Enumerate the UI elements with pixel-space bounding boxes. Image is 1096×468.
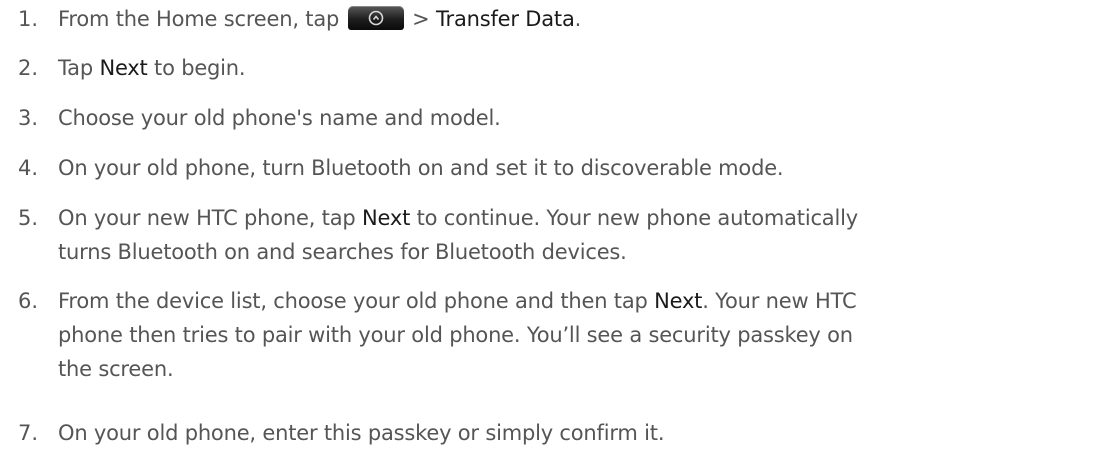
step-number: 4. — [18, 156, 39, 180]
step-text: Tap Next to begin. — [58, 56, 246, 80]
step-text: On your new HTC phone, tap Next to conti… — [58, 206, 858, 264]
bold-term: Transfer Data — [435, 7, 575, 31]
bold-term: Next — [654, 289, 703, 313]
step-number: 2. — [18, 56, 39, 80]
step-text: On your old phone, turn Bluetooth on and… — [58, 156, 784, 180]
step-number: 1. — [18, 7, 39, 31]
step-text: Choose your old phone's name and model. — [58, 106, 501, 130]
step-number: 7. — [18, 421, 39, 445]
bold-term: Next — [362, 206, 411, 230]
step-text: From the device list, choose your old ph… — [58, 289, 857, 381]
step-text: From the Home screen, tap > Transfer Dat… — [58, 6, 582, 31]
step-number: 3. — [18, 106, 39, 130]
home-menu-button-icon — [347, 6, 404, 30]
step-number: 5. — [18, 206, 39, 230]
step-text: On your old phone, enter this passkey or… — [58, 421, 665, 445]
bold-term: Next — [99, 56, 148, 80]
step-number: 6. — [18, 289, 39, 313]
